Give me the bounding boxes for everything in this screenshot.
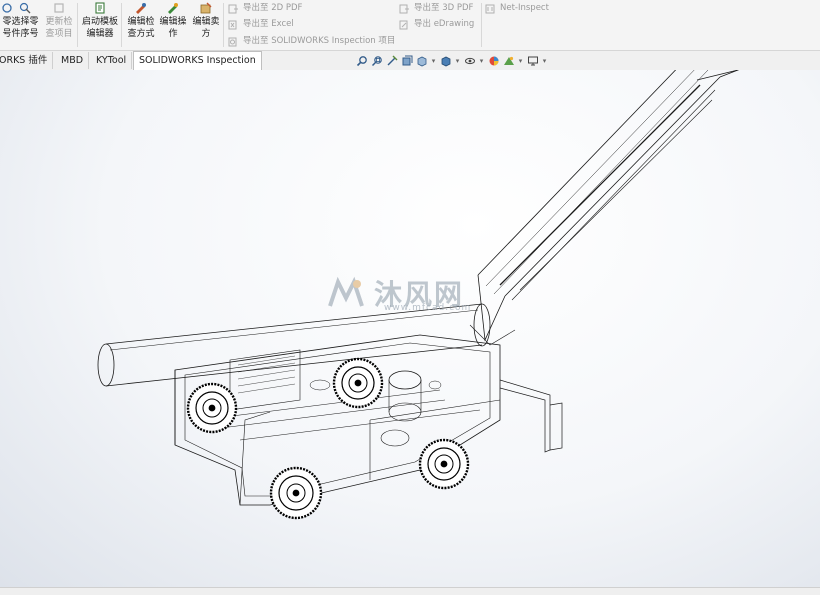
tab-kytool[interactable]: KYTool <box>91 52 133 69</box>
edrawing-export-icon <box>399 20 408 29</box>
wheel <box>418 438 470 490</box>
ribbon-separator <box>77 3 78 47</box>
wheel <box>269 466 323 520</box>
export-2d-pdf-label: 导出至 2D PDF <box>243 3 303 13</box>
heads-up-view-toolbar: ▾ ▾ ▾ ▾ ▾ <box>355 53 548 69</box>
edit-operation-button[interactable]: 编辑操 作 <box>156 2 190 46</box>
net-inspect-item[interactable]: Net-Inspect <box>485 1 549 16</box>
export-excel-item[interactable]: 导出至 Excel <box>228 17 294 32</box>
edit-operation-label: 编辑操 作 <box>159 17 187 39</box>
export-edrawing-label: 导出 eDrawing <box>414 19 475 29</box>
zoom-area-icon[interactable] <box>370 55 383 68</box>
chevron-down-icon[interactable]: ▾ <box>478 55 485 68</box>
export-inspection-project-label: 导出至 SOLIDWORKS Inspection 项目 <box>243 36 396 46</box>
update-inspection-label: 更新检 查项目 <box>45 17 73 39</box>
edit-vendor-icon <box>200 2 212 14</box>
wheel <box>332 357 384 409</box>
appearance-icon[interactable] <box>487 55 500 68</box>
update-inspection-button[interactable]: 更新检 查项目 <box>42 2 76 46</box>
tab-solidworks-inspection[interactable]: SOLIDWORKS Inspection <box>133 51 262 72</box>
tab-label: SOLIDWORKS Inspection <box>139 55 256 66</box>
export-2d-pdf-item[interactable]: 导出至 2D PDF <box>228 1 302 16</box>
tab-label: ORKS 插件 <box>0 55 48 66</box>
tab-label: KYTool <box>96 55 127 66</box>
wireframe-model <box>97 54 740 520</box>
excel-export-icon <box>228 20 237 29</box>
display-settings-icon[interactable] <box>526 55 539 68</box>
template-editor-icon <box>95 2 105 14</box>
scene-icon[interactable] <box>502 55 515 68</box>
search-icon[interactable] <box>355 55 368 68</box>
graphics-area[interactable]: 沐风网 www.mfcad.com <box>0 54 820 587</box>
export-inspection-project-item[interactable]: 导出至 SOLIDWORKS Inspection 项目 <box>228 34 395 49</box>
edit-vendor-label: 编辑卖 方 <box>192 17 220 39</box>
template-editor-button[interactable]: 启动模板 编辑器 <box>81 2 119 46</box>
edit-inspection-method-icon <box>136 3 146 14</box>
previous-view-icon[interactable] <box>385 55 398 68</box>
ribbon-separator <box>121 3 122 47</box>
select-part-sequence-label: 选择零 件序号 <box>11 17 39 39</box>
chevron-down-icon[interactable]: ▾ <box>454 55 461 68</box>
edit-inspection-method-button[interactable]: 编辑检 查方式 <box>124 2 158 46</box>
tab-mbd[interactable]: MBD <box>56 52 90 69</box>
tab-label: MBD <box>61 55 84 66</box>
net-inspect-label: Net-Inspect <box>500 3 549 13</box>
edit-operation-icon <box>168 3 178 14</box>
export-excel-label: 导出至 Excel <box>243 19 294 29</box>
ribbon-separator <box>223 3 224 47</box>
update-icon <box>54 3 64 13</box>
wheel <box>186 382 238 434</box>
view-orientation-icon[interactable] <box>415 55 428 68</box>
template-editor-label: 启动模板 编辑器 <box>81 17 118 39</box>
export-edrawing-item[interactable]: 导出 eDrawing <box>399 17 474 32</box>
chevron-down-icon[interactable]: ▾ <box>430 55 437 68</box>
ribbon-separator <box>481 3 482 47</box>
export-3d-pdf-label: 导出至 3D PDF <box>414 3 474 13</box>
chevron-down-icon[interactable]: ▾ <box>541 55 548 68</box>
select-balloon-icon <box>19 2 31 14</box>
edit-inspection-method-label: 编辑检 查方式 <box>127 17 155 39</box>
inspection-project-export-icon <box>228 37 237 46</box>
watermark-url: www.mfcad.com <box>384 303 472 313</box>
export-3d-pdf-item[interactable]: 导出至 3D PDF <box>399 1 473 16</box>
watermark-logo-icon <box>328 276 364 307</box>
display-style-icon[interactable] <box>439 55 452 68</box>
net-inspect-icon <box>485 4 495 13</box>
section-view-icon[interactable] <box>400 55 413 68</box>
select-part-sequence-button[interactable]: 选择零 件序号 <box>8 2 42 46</box>
horizontal-pipe <box>97 303 491 387</box>
chevron-down-icon[interactable]: ▾ <box>517 55 524 68</box>
pdf-3d-export-icon <box>399 4 409 13</box>
edit-vendor-button[interactable]: 编辑卖 方 <box>189 2 223 46</box>
hide-show-icon[interactable] <box>463 55 476 68</box>
tab-solidworks-addins[interactable]: ORKS 插件 <box>0 52 54 69</box>
inclined-tube <box>469 54 740 346</box>
command-manager-ribbon: 零 号 选择零 件序号 更新检 查项目 启动模板 编辑器 编辑检 查方式 编辑操… <box>0 0 820 51</box>
pdf-export-icon <box>228 4 238 13</box>
